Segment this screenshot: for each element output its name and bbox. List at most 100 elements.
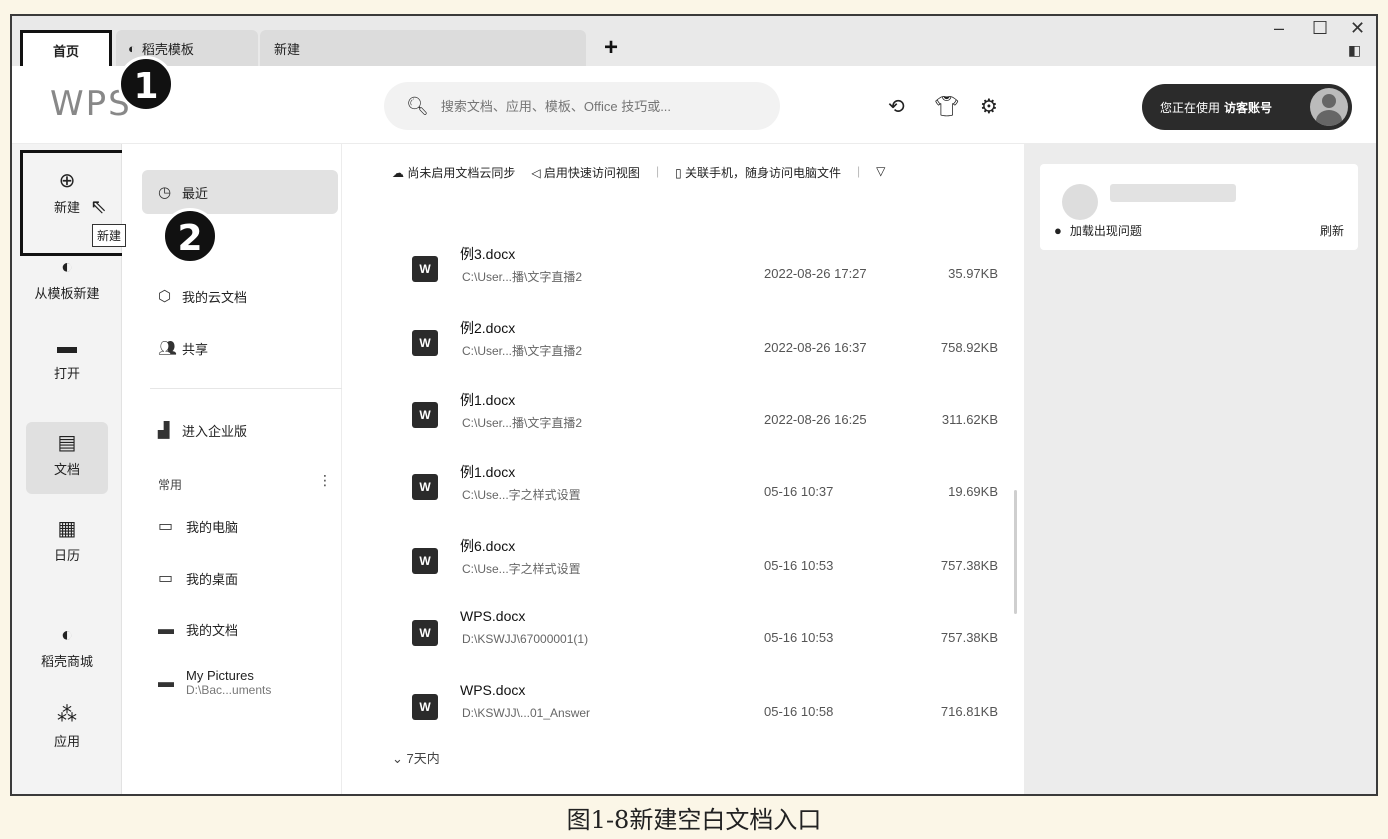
nav-label: 进入企业版 <box>182 423 248 439</box>
fav-label: 我的桌面 <box>186 571 239 587</box>
account-prefix: 您正在使用 <box>1160 100 1221 115</box>
rail-item-open[interactable]: ▬ 打开 <box>12 336 122 382</box>
rail-label: 打开 <box>53 366 80 381</box>
file-size: 758.92KB <box>940 340 998 355</box>
fav-label: 我的文档 <box>186 623 239 638</box>
info-card: ● 加载出现问题 刷新 <box>1040 164 1358 250</box>
fav-item-my-pictures[interactable]: ▬ My Pictures D:\Bac...uments <box>158 668 271 697</box>
maximize-icon[interactable]: ☐ <box>1312 18 1328 39</box>
file-size: 757.38KB <box>940 630 998 645</box>
tooltip: 新建 <box>92 224 127 247</box>
file-row[interactable]: W WPS.docx D:\KSWJJ\...01_Answer 05-16 1… <box>412 674 1002 738</box>
file-name: WPS.docx <box>460 608 526 624</box>
mouse-cursor-icon: ⇖ <box>90 196 107 218</box>
quick-access-button[interactable]: ◁ 启用快速访问视图 <box>531 164 640 181</box>
warning-icon: ● <box>1054 223 1062 238</box>
divider <box>150 388 342 389</box>
enterprise-icon: ▟ <box>158 422 170 439</box>
folder-icon: ▬ <box>57 336 77 358</box>
fav-item-my-computer[interactable]: ▭ 我的电脑 <box>158 516 238 536</box>
rail-label: 应用 <box>53 734 80 749</box>
customer-service-icon[interactable]: ⟲ <box>888 94 905 119</box>
cloud-doc-icon: ⬡ <box>158 288 172 305</box>
fav-path: D:\Bac...uments <box>186 683 272 697</box>
account-button[interactable]: 您正在使用 访客账号 <box>1142 84 1352 130</box>
avatar <box>1310 88 1348 126</box>
rail-item-docer-store[interactable]: ◐ 稻壳商城 <box>12 624 122 670</box>
file-date: 05-16 10:58 <box>764 704 834 719</box>
skin-icon[interactable]: 👕︎ <box>934 94 959 119</box>
file-name: 例2.docx <box>460 320 516 336</box>
chevron-down-icon: ⌄ <box>392 751 403 766</box>
rail-label: 从模板新建 <box>34 286 100 301</box>
file-date: 05-16 10:37 <box>764 484 834 499</box>
close-icon[interactable]: ✕ <box>1350 18 1365 39</box>
file-size: 716.81KB <box>940 704 998 719</box>
nav-item-cloud[interactable]: ⬡ 我的云文档 <box>142 274 338 318</box>
file-row[interactable]: W WPS.docx D:\KSWJJ\67000001(1) 05-16 10… <box>412 600 1002 664</box>
tab-home[interactable]: 首页 <box>20 30 112 70</box>
desktop-icon: ▭ <box>158 570 174 587</box>
recent-file-list: ☁ 尚未启用文档云同步 ◁ 启用快速访问视图 | ▯ 关联手机，随身访问电脑文件… <box>342 144 1024 794</box>
file-name: 例1.docx <box>460 464 516 480</box>
more-icon[interactable]: ⋮ <box>318 472 332 489</box>
right-panel: ● 加载出现问题 刷新 <box>1024 144 1376 794</box>
cloud-sync-button[interactable]: ☁ 尚未启用文档云同步 <box>392 164 515 181</box>
computer-icon: ▭ <box>158 518 174 535</box>
nav-panel: ◷ 最近 ⬡ 我的云文档 👥︎ 共享 ▟ 进入企业版 常用 ⋮ ▭ 我的电脑 ▭… <box>122 144 342 794</box>
fav-label: 我的电脑 <box>186 519 239 535</box>
link-phone-button[interactable]: ▯ 关联手机，随身访问电脑文件 <box>675 164 841 181</box>
section-7days-toggle[interactable]: ⌄ 7天内 <box>392 748 440 767</box>
rail-label: 稻壳商城 <box>40 654 93 669</box>
file-row[interactable]: W 例6.docx C:\Use...字之样式设置 05-16 10:53 75… <box>412 528 1002 592</box>
rail-item-calendar[interactable]: ▦ 日历 <box>12 516 122 564</box>
tab-label: 稻壳模板 <box>141 41 194 57</box>
word-doc-icon: W <box>412 548 438 574</box>
filter-icon[interactable]: ▽ <box>876 164 885 181</box>
rail-item-documents[interactable]: ▤ 文档 <box>26 422 108 494</box>
apps-icon: ⁂ <box>57 704 77 726</box>
load-error-text: 加载出现问题 <box>1069 224 1142 238</box>
nav-item-enterprise[interactable]: ▟ 进入企业版 <box>142 408 338 452</box>
file-name: 例3.docx <box>460 246 516 262</box>
file-row[interactable]: W 例2.docx C:\User...播\文字直播2 2022-08-26 1… <box>412 310 1002 374</box>
nav-item-recent[interactable]: ◷ 最近 <box>142 170 338 214</box>
search-icon: 🔍︎ <box>406 95 429 116</box>
file-size: 19.69KB <box>948 484 998 499</box>
tab-bar: 首页 ◐ 稻壳模板 新建 + – ☐ ✕ ◧ <box>12 16 1376 70</box>
file-path: C:\Use...字之样式设置 <box>462 562 581 576</box>
refresh-button[interactable]: 刷新 <box>1320 222 1344 239</box>
nav-label: 我的云文档 <box>182 289 248 305</box>
placeholder-bar <box>1110 184 1236 202</box>
calendar-icon: ▦ <box>57 518 77 540</box>
search-box[interactable]: 🔍︎ <box>384 82 780 130</box>
settings-icon[interactable]: ⚙ <box>980 94 998 119</box>
file-row[interactable]: W 例1.docx C:\Use...字之样式设置 05-16 10:37 19… <box>412 454 1002 518</box>
partial-file-row[interactable] <box>462 202 1002 214</box>
word-doc-icon: W <box>412 330 438 356</box>
nav-label: 共享 <box>182 341 209 357</box>
add-tab-button[interactable]: + <box>604 34 618 62</box>
rail-item-from-template[interactable]: ◐ 从模板新建 <box>12 256 122 302</box>
rail-label: 日历 <box>53 548 80 563</box>
tab-new[interactable]: 新建 <box>260 30 586 66</box>
divider: | <box>857 164 861 178</box>
fav-item-desktop[interactable]: ▭ 我的桌面 <box>158 568 238 588</box>
search-input[interactable] <box>440 98 761 114</box>
account-name: 访客账号 <box>1224 100 1273 115</box>
file-date: 05-16 10:53 <box>764 630 834 645</box>
file-row[interactable]: W 例1.docx C:\User...播\文字直播2 2022-08-26 1… <box>412 382 1002 446</box>
figure-caption: 图1-8新建空白文档入口 <box>566 806 822 834</box>
rail-item-apps[interactable]: ⁂ 应用 <box>12 702 122 750</box>
fav-item-documents[interactable]: ▬ 我的文档 <box>158 620 238 639</box>
window-layout-icon[interactable]: ◧ <box>1348 42 1361 59</box>
file-row[interactable]: W 例3.docx C:\User...播\文字直播2 2022-08-26 1… <box>412 236 1002 300</box>
file-path: C:\Use...字之样式设置 <box>462 488 581 502</box>
nav-item-share[interactable]: 👥︎ 共享 <box>142 326 338 370</box>
scrollbar[interactable] <box>1014 490 1017 614</box>
section-label: 7天内 <box>406 751 440 766</box>
minimize-icon[interactable]: – <box>1274 18 1284 39</box>
file-date: 05-16 10:53 <box>764 558 834 573</box>
word-doc-icon: W <box>412 256 438 282</box>
nav-label: 最近 <box>182 185 209 201</box>
